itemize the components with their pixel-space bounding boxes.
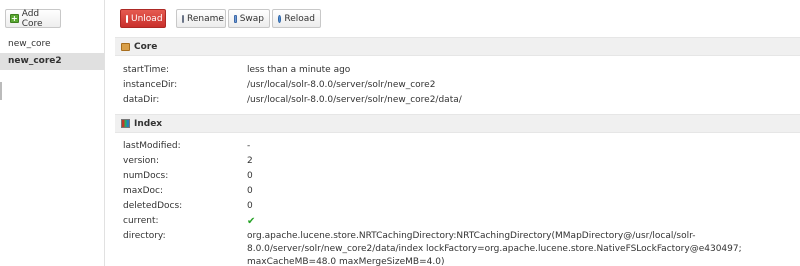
prop-value: less than a minute ago [247, 65, 351, 75]
prop-label: version: [123, 156, 159, 166]
prop-label: directory: [123, 231, 166, 241]
index-section-header: Index [115, 114, 800, 133]
unload-label: Unload [131, 13, 163, 24]
prop-value: 0 [247, 186, 253, 196]
reload-label: Reload [284, 13, 315, 24]
plus-icon: + [10, 14, 19, 23]
check-icon: ✔ [247, 216, 256, 227]
core-section-header: Core [115, 37, 800, 56]
prop-label: deletedDocs: [123, 201, 183, 211]
core-item-new-core[interactable]: new_core [0, 36, 104, 53]
prop-row-num-docs: numDocs: 0 [123, 170, 800, 183]
prop-row-version: version: 2 [123, 155, 800, 168]
rename-label: Rename [187, 13, 224, 24]
prop-row-directory: directory: org.apache.lucene.store.NRTCa… [123, 230, 800, 266]
core-sidebar: + Add Core new_core new_core2 [0, 0, 105, 266]
add-core-label: Add Core [21, 8, 43, 29]
prop-value: org.apache.lucene.store.NRTCachingDirect… [247, 231, 742, 266]
unload-icon [126, 14, 128, 23]
prop-value: /usr/local/solr-8.0.0/server/solr/new_co… [247, 80, 436, 90]
prop-label: startTime: [123, 65, 170, 75]
prop-value: - [247, 141, 251, 151]
prop-label: current: [123, 216, 159, 226]
prop-value: 2 [247, 156, 253, 166]
prop-label: maxDoc: [123, 186, 164, 196]
prop-label: instanceDir: [123, 80, 178, 90]
prop-value: 0 [247, 171, 253, 181]
unload-button[interactable]: Unload [120, 9, 166, 28]
box-icon [121, 42, 130, 51]
core-item-new-core2[interactable]: new_core2 [0, 53, 104, 70]
prop-row-instance-dir: instanceDir: /usr/local/solr-8.0.0/serve… [123, 79, 800, 92]
prop-label: lastModified: [123, 141, 181, 151]
swap-label: Swap [239, 13, 264, 24]
swap-button[interactable]: Swap [228, 9, 270, 28]
prop-row-deleted-docs: deletedDocs: 0 [123, 200, 800, 213]
index-chart-icon [121, 119, 130, 128]
prop-row-start-time: startTime: less than a minute ago [123, 64, 800, 77]
reload-icon [278, 14, 282, 23]
swap-icon [234, 14, 237, 23]
prop-value: /usr/local/solr-8.0.0/server/solr/new_co… [247, 95, 462, 105]
reload-button[interactable]: Reload [272, 9, 321, 28]
prop-value: 0 [247, 201, 253, 211]
prop-row-last-modified: lastModified: - [123, 140, 800, 153]
prop-row-max-doc: maxDoc: 0 [123, 185, 800, 198]
add-core-button[interactable]: + Add Core [5, 8, 61, 29]
prop-label: numDocs: [123, 171, 169, 181]
core-list: new_core new_core2 [0, 36, 104, 70]
prop-row-data-dir: dataDir: /usr/local/solr-8.0.0/server/so… [123, 94, 800, 107]
rename-icon [182, 14, 184, 23]
index-section-title: Index [134, 118, 163, 129]
prop-row-current: current: ✔ [123, 215, 800, 228]
prop-label: dataDir: [123, 95, 160, 105]
rename-button[interactable]: Rename [176, 9, 226, 28]
core-section-title: Core [134, 41, 158, 52]
